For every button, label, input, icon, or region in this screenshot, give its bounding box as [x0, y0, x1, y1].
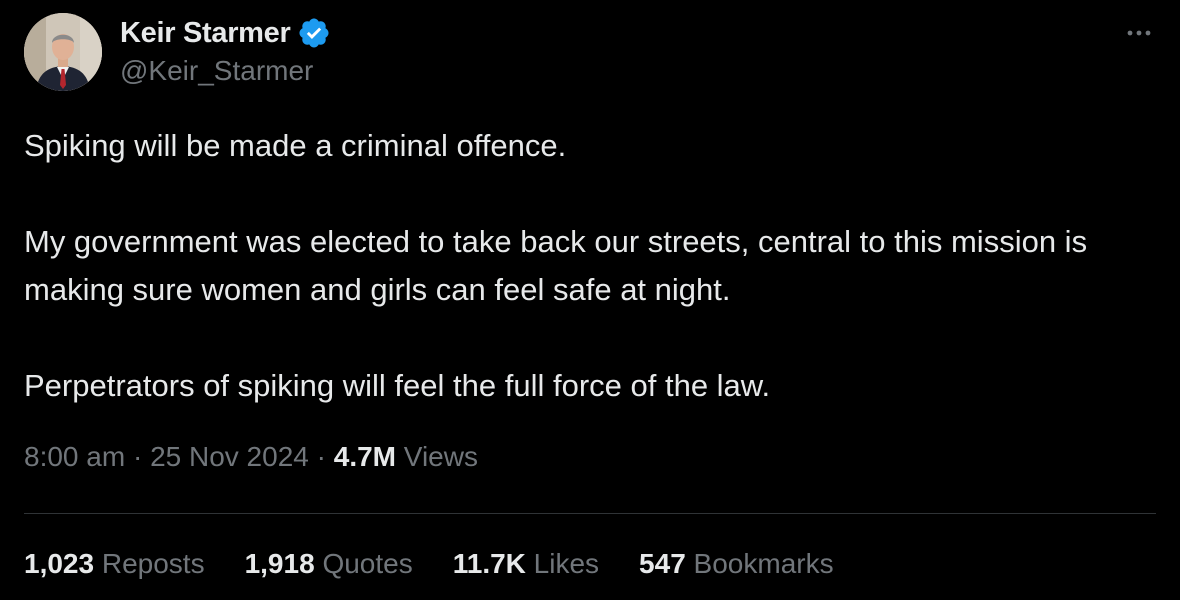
- author-name-row: Keir Starmer: [120, 14, 331, 52]
- more-options-button[interactable]: [1122, 18, 1156, 48]
- verified-badge-icon[interactable]: [297, 16, 331, 50]
- tweet-paragraph: Spiking will be made a criminal offence.: [24, 128, 567, 163]
- quotes-label: Quotes: [322, 548, 413, 579]
- views-label: Views: [403, 441, 478, 472]
- likes-label: Likes: [533, 548, 600, 579]
- bookmarks-label: Bookmarks: [693, 548, 834, 579]
- meta-separator: ·: [316, 441, 326, 472]
- tweet-paragraph: Perpetrators of spiking will feel the fu…: [24, 368, 771, 403]
- tweet-card: Keir Starmer @Keir_Starmer Spiking will …: [0, 0, 1180, 600]
- tweet-meta: 8:00 am · 25 Nov 2024 · 4.7M Views: [24, 441, 478, 473]
- author-display-name[interactable]: Keir Starmer: [120, 17, 291, 50]
- divider: [24, 513, 1156, 514]
- more-horizontal-icon: [1127, 30, 1151, 36]
- bookmarks-count: 547: [639, 548, 686, 579]
- author-handle[interactable]: @Keir_Starmer: [120, 55, 313, 87]
- avatar[interactable]: [24, 13, 102, 91]
- tweet-text: Spiking will be made a criminal offence.…: [24, 122, 1144, 410]
- quotes-count: 1,918: [244, 548, 315, 579]
- tweet-date[interactable]: 25 Nov 2024: [150, 441, 309, 472]
- likes-count: 11.7K: [452, 548, 526, 579]
- views-count: 4.7M: [333, 441, 396, 472]
- reposts-stat[interactable]: 1,023 Reposts: [24, 548, 205, 580]
- bookmarks-stat[interactable]: 547 Bookmarks: [639, 548, 834, 580]
- reposts-label: Reposts: [101, 548, 205, 579]
- meta-separator: ·: [132, 441, 143, 472]
- likes-stat[interactable]: 11.7K Likes: [453, 548, 599, 580]
- reposts-count: 1,023: [24, 548, 95, 579]
- tweet-time[interactable]: 8:00 am: [24, 441, 125, 472]
- quotes-stat[interactable]: 1,918 Quotes: [245, 548, 413, 580]
- engagement-stats: 1,023 Reposts 1,918 Quotes 11.7K Likes 5…: [24, 548, 874, 580]
- tweet-paragraph: My government was elected to take back o…: [24, 224, 1088, 307]
- avatar-image: [24, 13, 102, 91]
